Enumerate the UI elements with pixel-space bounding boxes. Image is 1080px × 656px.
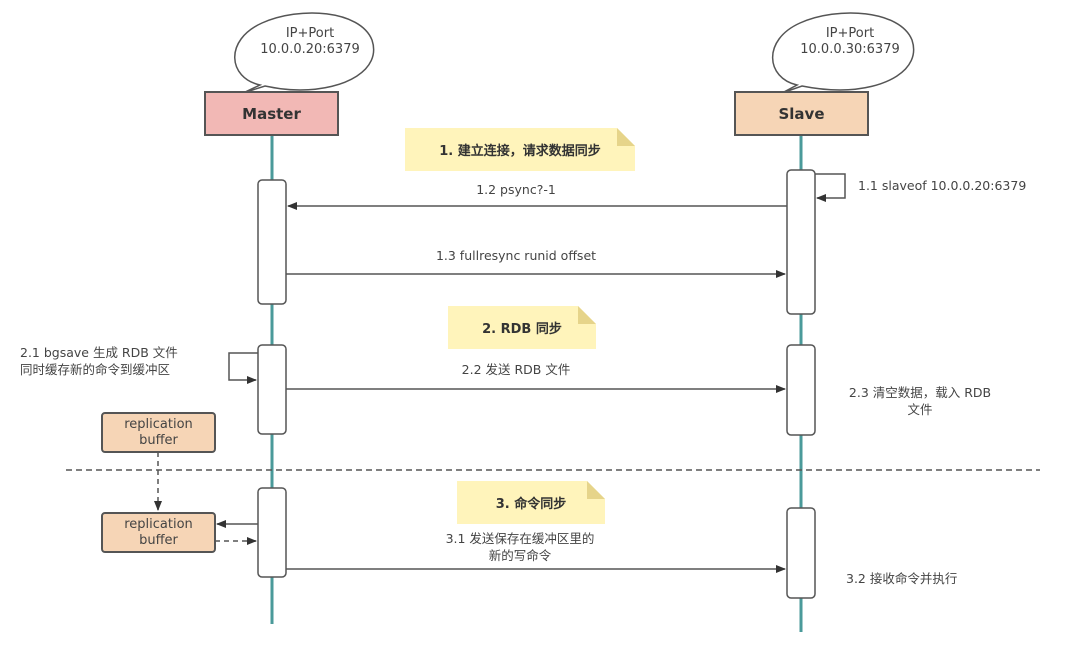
slave-activation-2 <box>786 344 816 436</box>
msg-1-1-label: 1.1 slaveof 10.0.0.20:6379 <box>858 178 1027 193</box>
slave-activation-1 <box>786 169 816 315</box>
slave-address-text: IP+Port 10.0.0.30:6379 <box>790 26 910 58</box>
master-actor: Master <box>204 91 339 136</box>
master-activation-2 <box>257 344 287 435</box>
msg-3-2-label: 3.2 接收命令并执行 <box>846 571 958 586</box>
replication-buffer-2: replication buffer <box>101 512 216 553</box>
buffer-2-line2: buffer <box>139 532 178 548</box>
master-activation-3 <box>257 487 287 578</box>
msg-1-1-arrow <box>815 173 846 202</box>
msg-3-1-line2: 新的写命令 <box>488 548 552 563</box>
slave-address-value: 10.0.0.30:6379 <box>800 42 900 57</box>
msg-2-3-label: 2.3 清空数据，载入 RDB 文件 <box>820 384 1020 418</box>
msg-1-3-label: 1.3 fullresync runid offset <box>435 248 597 263</box>
msg-2-1-label: 2.1 bgsave 生成 RDB 文件 同时缓存新的命令到缓冲区 <box>20 344 220 378</box>
buffer-2-line1: replication <box>124 516 193 532</box>
slave-activation-3 <box>786 507 816 599</box>
master-address-text: IP+Port 10.0.0.20:6379 <box>250 26 370 58</box>
msg-3-1-label: 3.1 发送保存在缓冲区里的 新的写命令 <box>420 530 620 564</box>
msg-2-3-line2: 文件 <box>907 402 933 417</box>
msg-2-3-line1: 2.3 清空数据，载入 RDB <box>848 385 992 400</box>
msg-2-1-arrow <box>228 352 258 384</box>
msg-2-2-label: 2.2 发送 RDB 文件 <box>461 362 571 377</box>
buffer-1-line2: buffer <box>139 432 178 448</box>
slave-address-label: IP+Port <box>825 26 875 41</box>
phase-2-note: 2. RDB 同步 <box>448 306 596 349</box>
master-activation-1 <box>257 179 287 305</box>
master-address-label: IP+Port <box>285 26 335 41</box>
msg-1-2-label: 1.2 psync?-1 <box>476 182 556 197</box>
phase-1-note: 1. 建立连接，请求数据同步 <box>405 128 635 171</box>
slave-actor: Slave <box>734 91 869 136</box>
msg-2-1-line1: 2.1 bgsave 生成 RDB 文件 <box>20 345 178 360</box>
replication-buffer-1: replication buffer <box>101 412 216 453</box>
master-address-value: 10.0.0.20:6379 <box>260 42 360 57</box>
phase-3-note: 3. 命令同步 <box>457 481 605 524</box>
buffer-1-line1: replication <box>124 416 193 432</box>
msg-2-1-line2: 同时缓存新的命令到缓冲区 <box>20 362 171 377</box>
msg-3-1-line1: 3.1 发送保存在缓冲区里的 <box>445 531 595 546</box>
